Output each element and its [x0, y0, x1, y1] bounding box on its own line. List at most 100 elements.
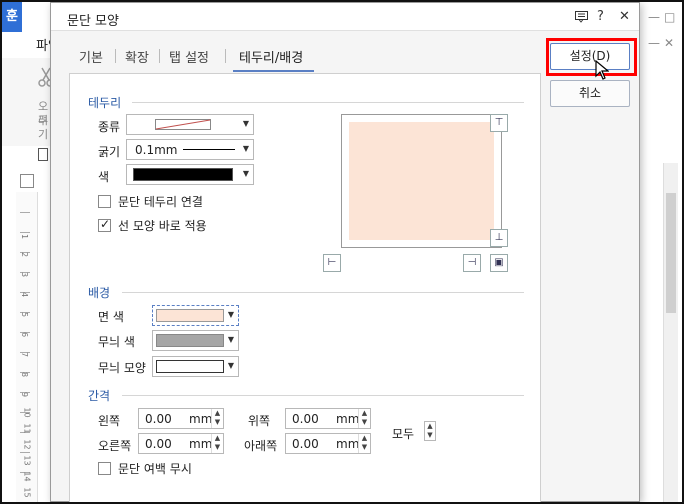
thickness-line-sample — [183, 149, 235, 150]
apply-line-label: 선 모양 바로 적용 — [118, 219, 207, 233]
scrollbar-thumb[interactable] — [666, 193, 676, 313]
top-spacing-value: 0.00 — [292, 412, 319, 426]
spinner-arrows-icon[interactable]: ▲ ▼ — [358, 434, 370, 453]
left-spacing-input[interactable]: 0.00 mm ▲ ▼ — [138, 408, 224, 429]
right-spacing-value: 0.00 — [145, 437, 172, 451]
ruler-number: 1 — [20, 233, 30, 240]
ruler-number: 9 — [20, 391, 30, 398]
ruler-number: 10 — [22, 407, 32, 418]
bottom-spacing-value: 0.00 — [292, 437, 319, 451]
all-spacing-label: 모두 — [392, 427, 415, 441]
ruler-number: 4 — [20, 291, 30, 298]
ribbon-collapse-button[interactable]: — — [648, 36, 660, 50]
left-spacing-value: 0.00 — [145, 412, 172, 426]
ruler-number: 15 — [22, 487, 32, 498]
border-thickness-label: 굵기 — [98, 145, 121, 159]
bottom-spacing-input[interactable]: 0.00 mm ▲ ▼ — [285, 433, 371, 454]
ruler-number: 8 — [20, 371, 30, 378]
chevron-down-icon: ▼ — [242, 119, 249, 128]
apply-line-checkbox[interactable] — [98, 217, 111, 232]
border-preview[interactable] — [341, 114, 502, 248]
ruler-number: 11 — [22, 423, 32, 434]
spacing-section-title: 간격 — [88, 389, 111, 403]
document-icon[interactable] — [38, 148, 48, 161]
ruler-number: 5 — [20, 311, 30, 318]
dialog-titlebar[interactable]: 문단 모양 ? ✕ — [51, 3, 639, 31]
ignore-margin-label: 문단 여백 무시 — [118, 462, 192, 476]
right-spacing-unit: mm — [189, 437, 213, 451]
right-border-icon[interactable]: ⊣ — [463, 254, 481, 272]
cancel-button[interactable]: 취소 — [550, 80, 630, 107]
pattern-color-select[interactable]: ▼ — [152, 330, 239, 351]
section-divider — [122, 395, 524, 396]
tab-tab-settings[interactable]: 탭 설정 — [169, 47, 209, 66]
left-border-icon[interactable]: ⊢ — [323, 254, 341, 272]
section-divider — [122, 292, 524, 293]
border-color-select[interactable]: ▼ — [126, 164, 254, 185]
help-icon[interactable]: ? — [597, 9, 604, 24]
paragraph-shape-dialog: 문단 모양 ? ✕ 기본 확장 탭 설정 테두리/배경 설정(D) 취소 테두리… — [50, 2, 640, 503]
tab-basic[interactable]: 기본 — [79, 47, 103, 66]
right-spacing-label: 오른쪽 — [98, 439, 132, 453]
preview-fill — [349, 122, 494, 240]
ruler-number: 7 — [20, 351, 30, 358]
spinner-arrows-icon[interactable]: ▲ ▼ — [358, 409, 370, 428]
all-spacing-spinner[interactable]: ▲ ▼ — [424, 421, 436, 441]
ignore-margin-checkbox[interactable] — [98, 462, 111, 475]
window-minimize-button[interactable]: — — [648, 10, 660, 24]
ruler-number: 3 — [20, 271, 30, 278]
chevron-down-icon: ▼ — [227, 310, 234, 319]
top-spacing-unit: mm — [336, 412, 360, 426]
top-border-icon[interactable]: ⊤ — [490, 114, 508, 132]
comment-icon[interactable] — [575, 11, 588, 23]
ruler-number: 2 — [20, 251, 30, 258]
ruler-number: 6 — [20, 331, 30, 338]
connect-border-checkbox[interactable] — [98, 195, 111, 208]
pattern-shape-swatch — [156, 360, 224, 373]
app-toolbar: 오려 두기 — [2, 58, 54, 146]
bottom-spacing-unit: mm — [336, 437, 360, 451]
face-color-select[interactable]: ▼ — [152, 305, 239, 326]
app-logo: 훈 — [2, 2, 22, 32]
pattern-shape-label: 무늬 모양 — [98, 361, 146, 375]
pattern-shape-select[interactable]: ▼ — [152, 356, 239, 377]
background-section-title: 배경 — [88, 286, 111, 300]
border-background-panel: 테두리 종류 ▼ 굵기 0.1mm ▼ 색 ▼ 문단 테두리 연결 선 모양 바… — [69, 73, 541, 503]
all-borders-icon[interactable]: ▣ — [490, 254, 508, 272]
border-type-label: 종류 — [98, 120, 121, 134]
border-type-swatch — [155, 119, 211, 130]
section-divider — [132, 102, 524, 103]
top-spacing-input[interactable]: 0.00 mm ▲ ▼ — [285, 408, 371, 429]
bottom-border-icon[interactable]: ⊥ — [490, 229, 508, 247]
spinner-arrows-icon[interactable]: ▲ ▼ — [211, 434, 223, 453]
ruler-number: 12 — [22, 439, 32, 450]
left-spacing-label: 왼쪽 — [98, 414, 121, 428]
vertical-scrollbar[interactable] — [663, 163, 678, 502]
face-color-swatch — [156, 309, 224, 322]
active-tab-indicator — [233, 70, 314, 72]
chevron-down-icon: ▼ — [227, 361, 234, 370]
right-spacing-input[interactable]: 0.00 mm ▲ ▼ — [138, 433, 224, 454]
ruler-number: 14 — [22, 471, 32, 482]
ruler-number: 13 — [22, 455, 32, 466]
spinner-arrows-icon[interactable]: ▲ ▼ — [211, 409, 223, 428]
border-section-title: 테두리 — [88, 96, 122, 110]
window-maximize-button[interactable]: □ — [664, 10, 675, 24]
ruler-corner — [20, 174, 34, 188]
tab-border-background[interactable]: 테두리/배경 — [239, 47, 303, 66]
border-thickness-select[interactable]: 0.1mm ▼ — [126, 139, 254, 160]
connect-border-label: 문단 테두리 연결 — [118, 195, 203, 209]
chevron-down-icon: ▼ — [227, 335, 234, 344]
chevron-down-icon: ▼ — [242, 169, 249, 178]
ok-button-highlight — [546, 38, 637, 76]
document-close-button[interactable]: ✕ — [664, 36, 674, 50]
left-spacing-unit: mm — [189, 412, 213, 426]
tab-extended[interactable]: 확장 — [125, 47, 149, 66]
close-icon[interactable]: ✕ — [619, 9, 630, 24]
mouse-pointer-icon — [595, 60, 609, 80]
border-color-swatch — [133, 168, 233, 181]
border-type-select[interactable]: ▼ — [126, 114, 254, 135]
border-thickness-value: 0.1mm — [135, 143, 178, 157]
chevron-down-icon: ▼ — [242, 144, 249, 153]
dialog-title: 문단 모양 — [67, 14, 119, 29]
